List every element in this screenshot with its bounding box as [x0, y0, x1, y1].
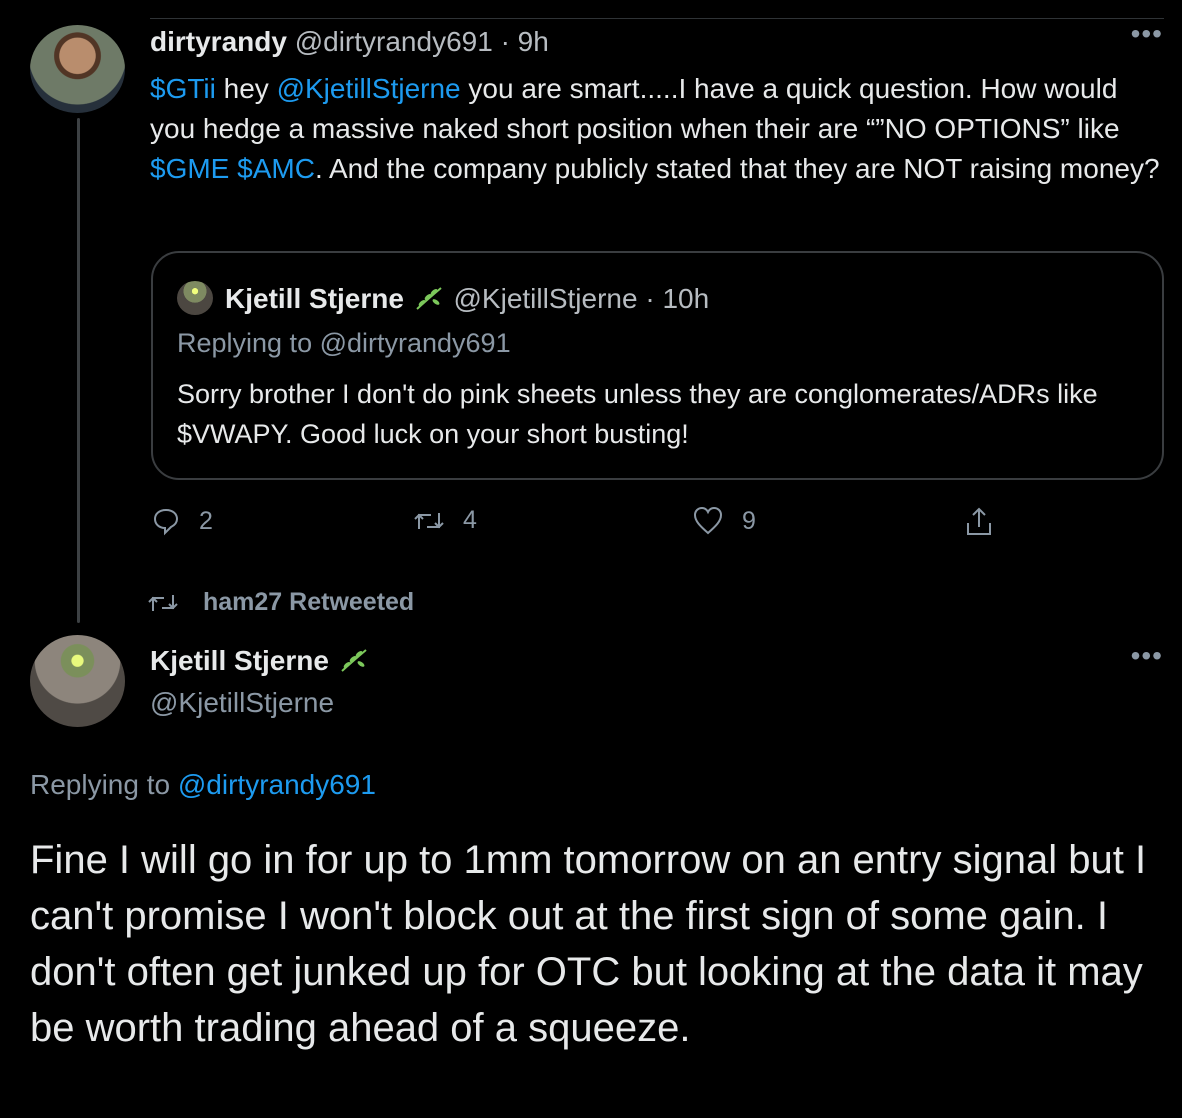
tweet2-replying: Replying to @dirtyrandy691 [30, 769, 376, 801]
quote-replying[interactable]: Replying to @dirtyrandy691 [177, 328, 511, 359]
tweet2-name-text: Kjetill Stjerne [150, 645, 329, 676]
quote-handle[interactable]: @KjetillStjerne [454, 283, 638, 314]
more-options-icon[interactable]: ••• [1131, 18, 1163, 50]
tweet1-text: $GTii hey @KjetillStjerne you are smart.… [150, 69, 1160, 189]
reply-count: 2 [199, 506, 213, 535]
tweet2-handle[interactable]: @KjetillStjerne [150, 687, 334, 719]
retweet-button[interactable]: 4 [413, 506, 477, 535]
share-button[interactable] [963, 506, 1013, 538]
thread-line [77, 118, 80, 623]
quoted-avatar[interactable] [177, 281, 213, 315]
tweet2-text: Fine I will go in for up to 1mm tomorrow… [30, 838, 1147, 1050]
tweet1-mention-kjetill[interactable]: @KjetillStjerne [277, 73, 461, 104]
tweet1-cashtag-gtii[interactable]: $GTii [150, 73, 216, 104]
tweet1-display-name[interactable]: dirtyrandy [150, 26, 287, 57]
retweeted-by-line[interactable]: ham27 Retweeted [147, 588, 414, 617]
reply-button[interactable]: 2 [151, 506, 213, 536]
replying-mention[interactable]: @dirtyrandy691 [178, 769, 376, 800]
kjetill-avatar[interactable] [30, 635, 125, 727]
retweet-icon [414, 512, 444, 529]
tweet1-cashtag-amc[interactable]: $AMC [237, 153, 315, 184]
tweet1-time[interactable]: · 9h [501, 26, 549, 57]
reply-icon [153, 508, 179, 536]
tweet1-cashtag-gme[interactable]: $GME [150, 153, 229, 184]
tweet2-display-name[interactable]: Kjetill Stjerne [150, 645, 371, 677]
dirtyrandy-avatar[interactable] [30, 25, 125, 113]
quote-time[interactable]: · 10h [645, 283, 709, 314]
like-count: 9 [742, 506, 756, 535]
like-button[interactable]: 9 [692, 506, 756, 536]
quote-text: Sorry brother I don't do pink sheets unl… [177, 379, 1098, 449]
herb-icon [337, 645, 371, 676]
retweet-count: 4 [463, 506, 477, 534]
more-options-icon[interactable]: ••• [1131, 640, 1163, 672]
tweet1-handle[interactable]: @dirtyrandy691 [295, 26, 493, 57]
retweeted-by-text: ham27 Retweeted [203, 588, 415, 616]
tweet1-text-segment: hey [215, 73, 277, 104]
tweet1-header: dirtyrandy @dirtyrandy691 · 9h [150, 26, 549, 58]
herb-icon [412, 283, 454, 314]
share-icon [967, 507, 991, 535]
heart-icon [693, 506, 723, 535]
retweet-icon [148, 594, 178, 611]
tweet1-text-segment [229, 153, 237, 184]
tweet1-text-segment: . And the company publicly stated that t… [314, 153, 1160, 184]
quote-header: Kjetill Stjerne @KjetillStjerne · 10h [225, 283, 709, 315]
quote-display-name[interactable]: Kjetill Stjerne [225, 283, 404, 314]
replying-prefix: Replying to [30, 769, 178, 800]
top-divider [150, 18, 1164, 19]
